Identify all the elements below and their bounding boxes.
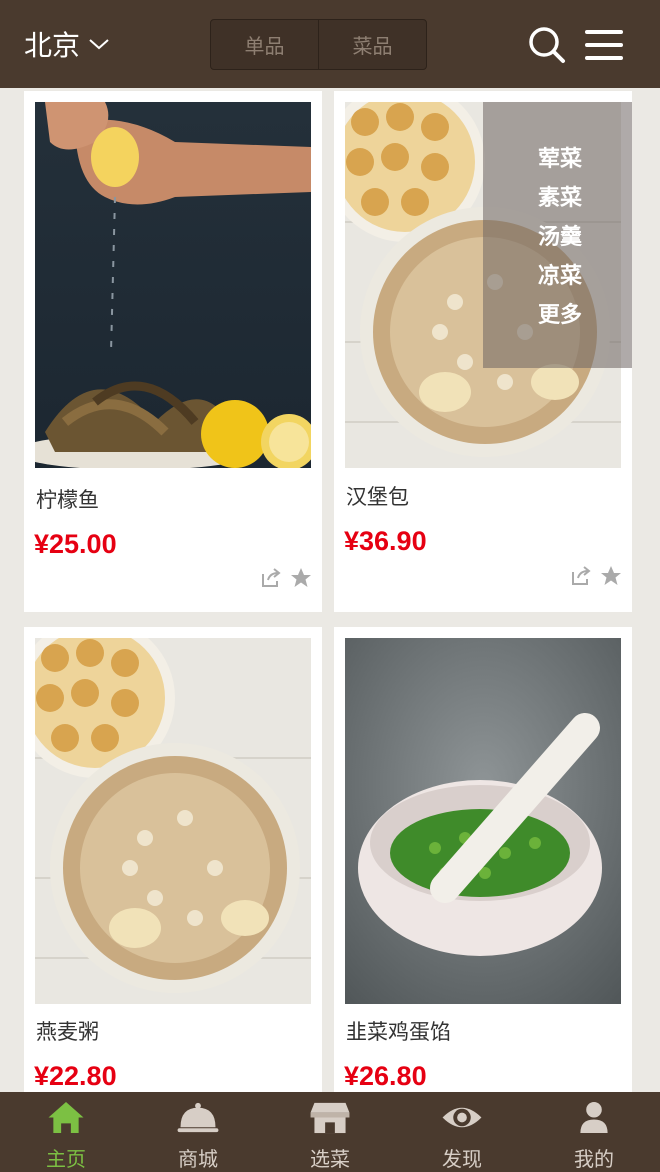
tab-select-dish-label: 选菜 <box>310 1147 350 1171</box>
tab-mall[interactable]: 商城 <box>132 1092 264 1172</box>
category-item-vegetable[interactable]: 素菜 <box>483 179 632 218</box>
product-price: ¥36.90 <box>344 526 427 556</box>
tab-home[interactable]: 主页 <box>0 1092 132 1172</box>
tab-mall-label: 商城 <box>178 1147 218 1171</box>
menu-icon[interactable] <box>584 27 624 63</box>
tab-mine[interactable]: 我的 <box>528 1092 660 1172</box>
product-image-oatmeal[interactable] <box>35 638 311 1004</box>
category-item-meat[interactable]: 荤菜 <box>483 140 632 179</box>
tab-discover-label: 发现 <box>442 1147 482 1171</box>
category-dropdown: 荤菜 素菜 汤羹 凉菜 更多 <box>483 102 632 368</box>
app-header: 北京 单品 菜品 <box>0 0 660 88</box>
tab-select-dish[interactable]: 选菜 <box>264 1092 396 1172</box>
share-icon[interactable] <box>570 565 592 587</box>
tab-home-label: 主页 <box>46 1147 86 1171</box>
store-icon <box>310 1102 350 1134</box>
home-icon <box>48 1101 84 1134</box>
city-selector[interactable]: 北京 <box>24 24 110 64</box>
segment-control: 单品 菜品 <box>210 19 427 70</box>
star-icon[interactable] <box>600 565 622 587</box>
search-icon[interactable] <box>528 26 566 64</box>
category-item-cold-dish[interactable]: 凉菜 <box>483 257 632 296</box>
product-actions <box>260 567 312 589</box>
bottom-tab-bar: 主页 商城 选菜 发现 我的 <box>0 1092 660 1172</box>
segment-dishes[interactable]: 菜品 <box>318 20 426 69</box>
eye-icon <box>442 1107 482 1128</box>
cloche-icon <box>177 1102 219 1133</box>
category-item-soup[interactable]: 汤羹 <box>483 218 632 257</box>
segment-single-item[interactable]: 单品 <box>211 20 318 69</box>
product-price: ¥26.80 <box>344 1061 427 1091</box>
product-card[interactable]: 韭菜鸡蛋馅 ¥26.80 <box>334 627 632 1097</box>
product-image-lemon-fish[interactable] <box>35 102 311 468</box>
city-label: 北京 <box>24 29 81 62</box>
product-name: 汉堡包 <box>346 485 409 509</box>
product-name: 燕麦粥 <box>36 1020 99 1044</box>
product-card[interactable]: 燕麦粥 ¥22.80 <box>24 627 322 1097</box>
product-name: 韭菜鸡蛋馅 <box>346 1020 451 1044</box>
product-card[interactable]: 柠檬鱼 ¥25.00 <box>24 91 322 612</box>
star-icon[interactable] <box>290 567 312 589</box>
tab-mine-label: 我的 <box>574 1147 614 1171</box>
category-item-more[interactable]: 更多 <box>483 296 632 335</box>
user-icon <box>580 1101 608 1134</box>
product-name: 柠檬鱼 <box>36 488 99 512</box>
product-price: ¥25.00 <box>34 529 117 559</box>
share-icon[interactable] <box>260 567 282 589</box>
tab-discover[interactable]: 发现 <box>396 1092 528 1172</box>
chevron-down-icon <box>89 39 109 50</box>
product-image-chive-egg-filling[interactable] <box>345 638 621 1004</box>
product-price: ¥22.80 <box>34 1061 117 1091</box>
product-actions <box>570 565 622 587</box>
